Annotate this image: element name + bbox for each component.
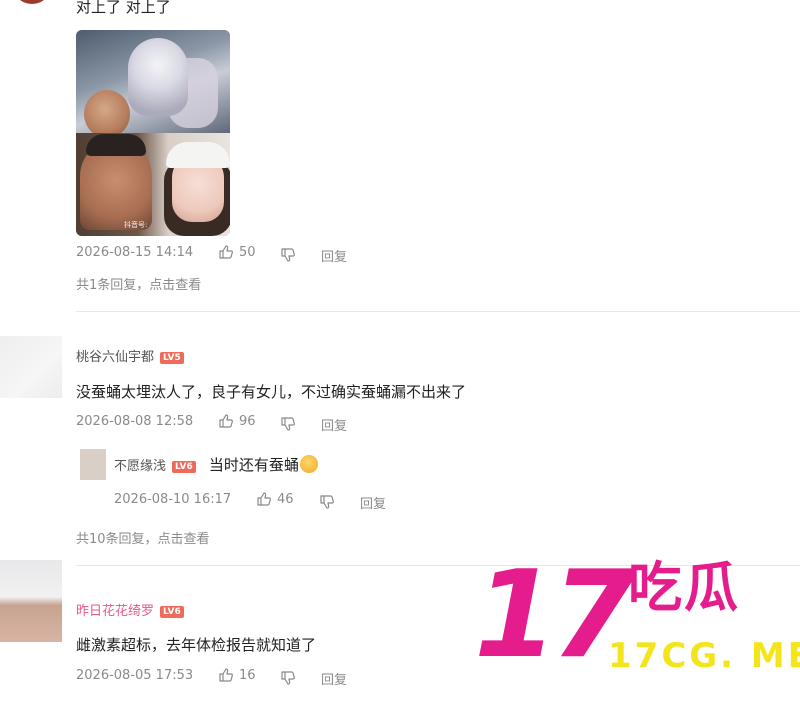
comment-username[interactable]: 昨日花花绮罗 LV6 — [76, 600, 184, 619]
thumbs-up-icon — [257, 492, 271, 506]
comment-image[interactable]: 抖音号: — [76, 30, 230, 236]
reply-username[interactable]: 不愿缘浅 — [114, 459, 166, 474]
watermark-logo-text: 吃瓜 — [628, 556, 740, 619]
reply-content: 不愿缘浅 LV6 当时还有蚕蛹 — [114, 454, 318, 475]
comment-time: 2026-08-08 12:58 — [76, 414, 194, 429]
username-text: 昨日花花绮罗 — [76, 604, 155, 619]
comment-username[interactable]: 桃谷六仙宇都 LV5 — [76, 346, 184, 365]
view-replies-link[interactable]: 共10条回复，点击查看 — [76, 528, 210, 547]
reply-button[interactable]: 回复 — [321, 246, 347, 265]
thumbs-down-icon — [281, 247, 295, 262]
comment-time: 2026-08-15 14:14 — [76, 245, 194, 260]
avatar[interactable] — [12, 0, 52, 4]
level-badge: LV6 — [160, 606, 184, 618]
like-count: 16 — [239, 667, 256, 683]
like-count: 50 — [239, 244, 256, 260]
thumbs-down-icon — [281, 670, 295, 685]
dislike-button[interactable] — [319, 491, 335, 510]
watermark-url: 17CG. ME — [608, 636, 800, 676]
dislike-button[interactable] — [280, 413, 296, 432]
level-badge: LV6 — [172, 461, 196, 473]
like-button[interactable]: 46 — [256, 491, 294, 507]
comment-text: 没蚕蛹太埋汰人了，良子有女儿，不过确实蚕蛹漏不出来了 — [76, 383, 467, 401]
reply-button[interactable]: 回复 — [321, 669, 347, 688]
reply-button[interactable]: 回复 — [360, 493, 386, 512]
username-text: 桃谷六仙宇都 — [76, 350, 155, 365]
dislike-button[interactable] — [280, 244, 296, 263]
thumbs-down-icon — [320, 494, 334, 509]
thumbs-up-icon — [219, 414, 233, 428]
image-watermark-text: 抖音号: — [124, 221, 148, 229]
reply-button[interactable]: 回复 — [321, 415, 347, 434]
like-button[interactable]: 50 — [218, 244, 256, 260]
reply-time: 2026-08-10 16:17 — [114, 492, 232, 507]
thumbs-up-icon — [219, 245, 233, 259]
thumbs-down-icon — [281, 416, 295, 431]
level-badge: LV5 — [160, 352, 184, 364]
avatar[interactable] — [0, 336, 62, 398]
watermark-logo-number: 17 — [474, 546, 635, 685]
comment-time: 2026-08-05 17:53 — [76, 668, 194, 683]
comment-text: 对上了 对上了 — [76, 0, 171, 16]
avatar[interactable] — [80, 449, 106, 480]
avatar[interactable] — [0, 560, 62, 642]
reply-text: 当时还有蚕蛹 — [208, 456, 299, 474]
like-count: 46 — [277, 491, 294, 507]
dislike-button[interactable] — [280, 667, 296, 686]
grinning-sweat-emoji-icon — [299, 455, 318, 473]
like-button[interactable]: 96 — [218, 413, 256, 429]
like-button[interactable]: 16 — [218, 667, 256, 683]
comment-text: 雌激素超标，去年体检报告就知道了 — [76, 636, 317, 654]
like-count: 96 — [239, 413, 256, 429]
view-replies-link[interactable]: 共1条回复，点击查看 — [76, 274, 201, 293]
divider — [76, 311, 800, 312]
thumbs-up-icon — [219, 668, 233, 682]
